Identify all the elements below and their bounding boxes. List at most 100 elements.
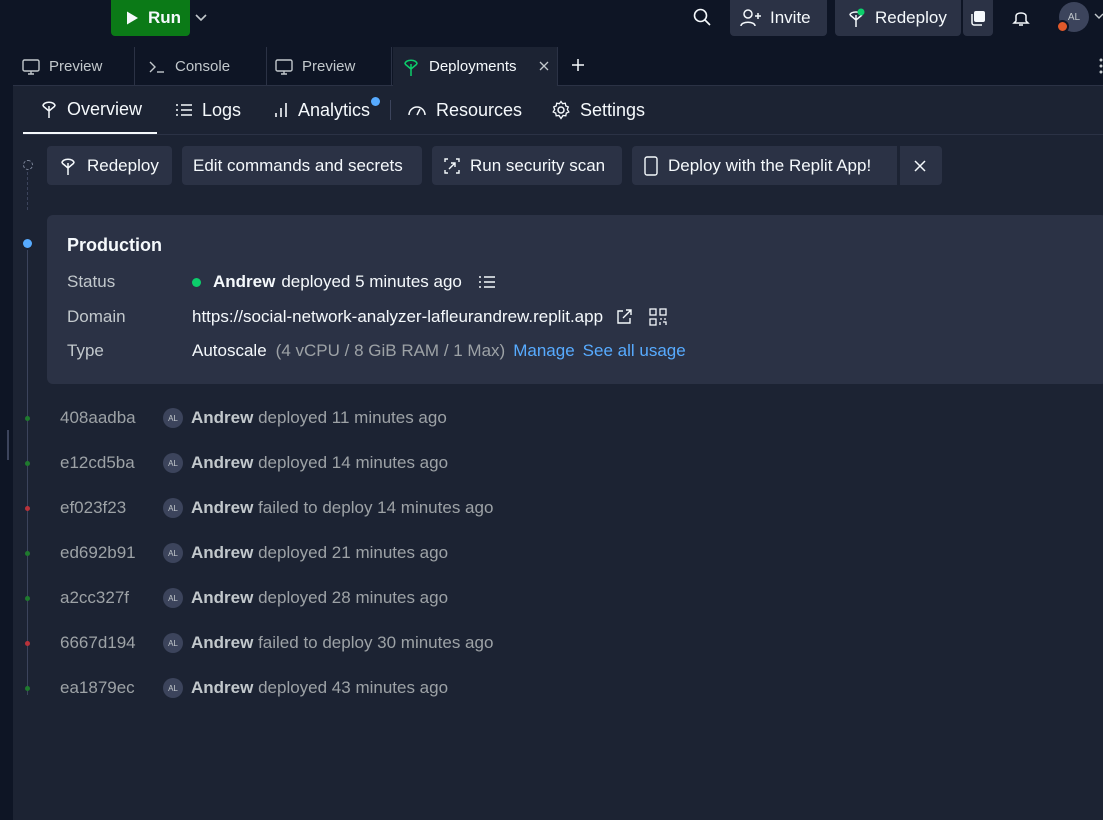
deployment-row: ea1879ec AL Andrew deployed 43 minutes a… bbox=[0, 673, 700, 703]
domain-link[interactable]: https://social-network-analyzer-lafleura… bbox=[192, 307, 603, 327]
tab-preview[interactable]: Preview bbox=[13, 47, 135, 86]
commit-hash[interactable]: ea1879ec bbox=[60, 678, 135, 698]
status-dot bbox=[25, 506, 30, 511]
scan-icon bbox=[444, 157, 460, 174]
chevron-down-icon[interactable] bbox=[1093, 10, 1103, 22]
tab-deployments[interactable]: Deployments bbox=[393, 47, 558, 86]
commit-hash[interactable]: e12cd5ba bbox=[60, 453, 135, 473]
external-link-icon[interactable] bbox=[615, 308, 633, 326]
deployment-subnav: Overview Logs Analytics Resources Settin… bbox=[23, 86, 1103, 135]
more-vertical-icon[interactable] bbox=[1098, 57, 1103, 75]
redeploy-label: Redeploy bbox=[87, 155, 159, 175]
status-dot bbox=[192, 277, 201, 287]
tab-analytics[interactable]: Analytics bbox=[273, 86, 370, 134]
deployment-text: Andrew deployed 14 minutes ago bbox=[191, 453, 448, 473]
deployment-status-text: deployed 21 minutes ago bbox=[258, 543, 449, 562]
commit-hash[interactable]: a2cc327f bbox=[60, 588, 129, 608]
type-label: Type bbox=[67, 341, 104, 360]
commit-hash[interactable]: 6667d194 bbox=[60, 633, 136, 653]
status-label: Status bbox=[67, 272, 116, 291]
tab-overview[interactable]: Overview bbox=[23, 86, 157, 134]
type-value: Autoscale (4 vCPU / 8 GiB RAM / 1 Max) M… bbox=[192, 341, 686, 361]
deployment-status-text: deployed 14 minutes ago bbox=[258, 453, 449, 472]
tab-logs[interactable]: Logs bbox=[175, 86, 241, 134]
deploy-icon bbox=[404, 59, 418, 76]
run-button[interactable]: Run bbox=[111, 0, 190, 36]
timeline-current-dot bbox=[23, 239, 32, 248]
security-scan-button[interactable]: Run security scan bbox=[432, 146, 622, 185]
plus-icon[interactable] bbox=[570, 57, 586, 73]
status-dot bbox=[25, 641, 30, 646]
tab-console[interactable]: Console bbox=[139, 47, 267, 86]
qr-code-icon[interactable] bbox=[649, 308, 667, 326]
status-dot bbox=[25, 416, 30, 421]
type-name: Autoscale bbox=[192, 341, 267, 360]
status-dot bbox=[25, 551, 30, 556]
deployer-name: Andrew bbox=[191, 633, 254, 652]
deployment-row: e12cd5ba AL Andrew deployed 14 minutes a… bbox=[0, 448, 700, 478]
status-dot bbox=[25, 461, 30, 466]
monitor-icon bbox=[22, 58, 40, 75]
redeploy-top-button[interactable]: Redeploy bbox=[835, 0, 961, 36]
status-user: Andrew bbox=[213, 272, 276, 291]
see-usage-link[interactable]: See all usage bbox=[583, 341, 686, 361]
manage-link[interactable]: Manage bbox=[513, 341, 574, 361]
tab-resources[interactable]: Resources bbox=[407, 86, 522, 134]
edit-commands-label: Edit commands and secrets bbox=[193, 155, 403, 175]
deployer-name: Andrew bbox=[191, 453, 254, 472]
tab-strip: Preview Console Preview Deployments bbox=[13, 45, 1103, 86]
dismiss-button[interactable] bbox=[900, 146, 942, 185]
tab-label: Settings bbox=[580, 99, 646, 120]
deployer-name: Andrew bbox=[191, 498, 254, 517]
deployer-name: Andrew bbox=[191, 678, 254, 697]
terminal-icon bbox=[149, 61, 164, 73]
bar-chart-icon bbox=[275, 103, 287, 117]
deployment-row: 6667d194 AL Andrew failed to deploy 30 m… bbox=[0, 628, 700, 658]
deploy-icon bbox=[849, 8, 865, 27]
multiplayer-button[interactable] bbox=[963, 0, 993, 36]
invite-button[interactable]: Invite bbox=[730, 0, 827, 36]
chevron-down-icon[interactable] bbox=[193, 9, 209, 25]
monitor-icon bbox=[275, 58, 293, 75]
tab-label: Preview bbox=[49, 58, 103, 75]
status-value: Andrew deployed 5 minutes ago bbox=[192, 272, 496, 292]
tab-label: Resources bbox=[436, 99, 523, 120]
top-bar: Run Invite Redeploy AL bbox=[0, 0, 1103, 45]
deployment-row: 408aadba AL Andrew deployed 11 minutes a… bbox=[0, 403, 700, 433]
phone-icon bbox=[644, 155, 658, 176]
avatar: AL bbox=[163, 543, 183, 563]
status-dot bbox=[25, 596, 30, 601]
domain-label: Domain bbox=[67, 307, 126, 326]
replit-app-button[interactable]: Deploy with the Replit App! bbox=[632, 146, 897, 185]
commit-hash[interactable]: ef023f23 bbox=[60, 498, 126, 518]
deploy-icon bbox=[61, 158, 75, 175]
avatar: AL bbox=[163, 588, 183, 608]
timeline-start-marker bbox=[23, 160, 33, 170]
deployment-text: Andrew deployed 43 minutes ago bbox=[191, 678, 448, 698]
tab-label: Deployments bbox=[429, 58, 517, 75]
redeploy-top-label: Redeploy bbox=[875, 8, 947, 27]
replit-app-label: Deploy with the Replit App! bbox=[668, 155, 872, 175]
gauge-icon bbox=[408, 106, 426, 116]
tab-preview-2[interactable]: Preview bbox=[266, 47, 392, 86]
close-icon[interactable] bbox=[537, 59, 551, 73]
tab-settings[interactable]: Settings bbox=[551, 86, 645, 134]
tab-label: Preview bbox=[302, 58, 356, 75]
bell-icon[interactable] bbox=[1011, 7, 1031, 27]
search-icon[interactable] bbox=[692, 7, 712, 27]
type-detail: (4 vCPU / 8 GiB RAM / 1 Max) bbox=[275, 341, 506, 360]
status-text: deployed 5 minutes ago bbox=[281, 272, 462, 291]
list-icon bbox=[176, 104, 192, 116]
avatar: AL bbox=[163, 453, 183, 473]
avatar: AL bbox=[163, 678, 183, 698]
user-plus-icon bbox=[740, 9, 761, 27]
avatar: AL bbox=[163, 633, 183, 653]
redeploy-button[interactable]: Redeploy bbox=[47, 146, 172, 185]
avatar: AL bbox=[163, 408, 183, 428]
commit-hash[interactable]: ed692b91 bbox=[60, 543, 136, 563]
list-icon[interactable] bbox=[478, 274, 496, 290]
commit-hash[interactable]: 408aadba bbox=[60, 408, 136, 428]
analytics-notification-dot bbox=[371, 97, 380, 106]
deployment-text: Andrew deployed 28 minutes ago bbox=[191, 588, 448, 608]
edit-commands-button[interactable]: Edit commands and secrets bbox=[182, 146, 422, 185]
